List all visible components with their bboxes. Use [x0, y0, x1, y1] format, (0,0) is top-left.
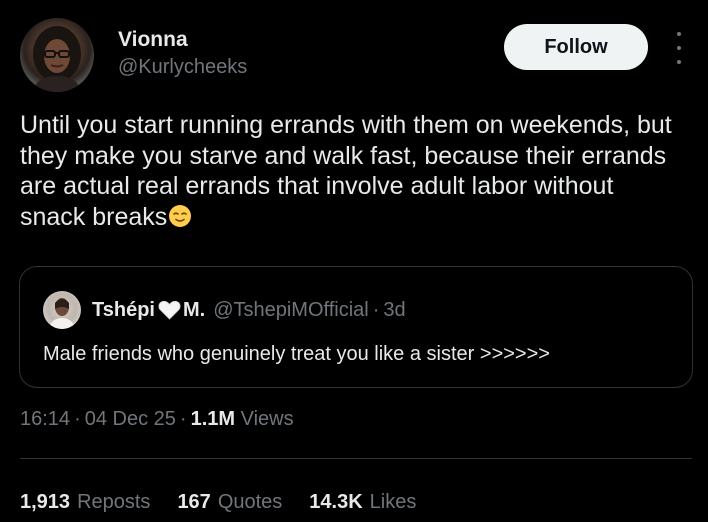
quoted-tweet-time[interactable]: 3d	[383, 298, 405, 322]
separator-dot: ·	[179, 408, 187, 430]
follow-button[interactable]: Follow	[504, 24, 648, 70]
relieved-face-emoji-icon	[168, 204, 192, 228]
author-avatar[interactable]	[20, 18, 94, 92]
reposts-label: Reposts	[77, 491, 151, 513]
quoted-tweet-text: Male friends who genuinely treat you lik…	[43, 343, 550, 365]
white-heart-icon	[158, 300, 181, 320]
reposts-stat[interactable]: 1,913 Reposts	[20, 490, 150, 514]
author-name[interactable]: Vionna	[118, 28, 188, 52]
quoted-author-name-suffix[interactable]: M.	[183, 298, 205, 322]
views-label: Views	[240, 408, 294, 430]
likes-label: Likes	[369, 491, 417, 513]
author-handle[interactable]: @Kurlycheeks	[118, 55, 247, 79]
quotes-label: Quotes	[217, 491, 283, 513]
quoted-author-name[interactable]: Tshépi	[92, 298, 155, 322]
quotes-stat[interactable]: 167 Quotes	[177, 490, 282, 514]
quoted-tweet-card[interactable]: Tshépi M. @TshepiMOfficial · 3d Male fri…	[19, 266, 693, 388]
likes-stat[interactable]: 14.3K Likes	[309, 490, 416, 514]
tweet-body: Until you start running errands with the…	[20, 111, 672, 231]
quoted-author-avatar[interactable]	[43, 291, 81, 329]
separator-dot: ·	[74, 408, 81, 430]
more-options-icon[interactable]	[670, 32, 688, 64]
separator-dot: ·	[372, 299, 380, 321]
views-count: 1.1M	[190, 408, 236, 430]
tweet-date[interactable]: 04 Dec 25	[85, 408, 176, 430]
quoted-tweet-header: Tshépi M. @TshepiMOfficial · 3d	[92, 298, 406, 322]
quoted-author-handle[interactable]: @TshepiMOfficial	[213, 298, 369, 322]
likes-count: 14.3K	[309, 491, 363, 513]
divider	[20, 458, 692, 459]
tweet-meta: 16:14 · 04 Dec 25 · 1.1M Views	[20, 407, 294, 431]
tweet-time[interactable]: 16:14	[20, 408, 70, 430]
tweet-text: Until you start running errands with the…	[20, 110, 680, 232]
quotes-count: 167	[177, 491, 211, 513]
reposts-count: 1,913	[20, 491, 71, 513]
engagement-stats: 1,913 Reposts 167 Quotes 14.3K Likes	[20, 490, 416, 514]
